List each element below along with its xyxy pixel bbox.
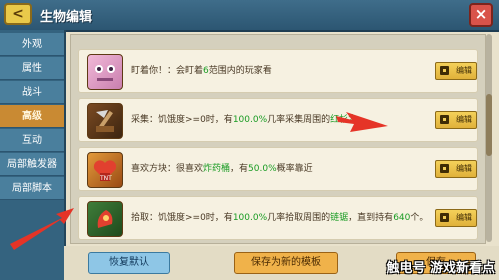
stare-behavior-icon bbox=[87, 54, 123, 90]
sidebar-item-combat[interactable]: 战斗 bbox=[0, 81, 64, 104]
sidebar-item-local-scripts[interactable]: 局部脚本 bbox=[0, 177, 64, 200]
pickup-behavior-icon bbox=[87, 201, 123, 237]
edit-button[interactable]: 编辑 bbox=[435, 111, 477, 129]
gather-behavior-icon bbox=[87, 103, 123, 139]
sidebar-item-local-triggers[interactable]: 局部触发器 bbox=[0, 153, 64, 176]
scrollbar-thumb[interactable] bbox=[486, 94, 492, 156]
save-as-template-button[interactable]: 保存为新的模板 bbox=[234, 252, 338, 274]
favorite-block-icon: TNT bbox=[87, 152, 123, 188]
sidebar: 外观 属性 战斗 高级 互动 局部触发器 局部脚本 bbox=[0, 30, 66, 280]
behavior-list: 盯着你！：会盯着6范围内的玩家看 编辑 采集：饥饿度>=0时，有100.0%几率… bbox=[70, 34, 486, 244]
sidebar-item-appearance[interactable]: 外观 bbox=[0, 33, 64, 56]
behavior-description: 盯着你！：会盯着6范围内的玩家看 bbox=[131, 66, 272, 76]
behavior-description: 采集：饥饿度>=0时，有100.0%几率采集周围的红杉木。 bbox=[131, 115, 367, 125]
watermark-text: 触电号 游戏新看点 bbox=[386, 261, 495, 276]
edit-button[interactable]: 编辑 bbox=[435, 160, 477, 178]
list-item: 采集：饥饿度>=0时，有100.0%几率采集周围的红杉木。 编辑 bbox=[78, 98, 478, 142]
reset-default-button[interactable]: 恢复默认 bbox=[88, 252, 170, 274]
edit-icon bbox=[440, 66, 449, 75]
behavior-description: 喜欢方块：很喜欢炸药桶，有50.0%概率靠近 bbox=[131, 164, 313, 174]
creature-editor-window: < 生物编辑 × 外观 属性 战斗 高级 互动 局部触发器 局部脚本 盯着你！：… bbox=[0, 0, 499, 280]
sidebar-item-interaction[interactable]: 互动 bbox=[0, 129, 64, 152]
edit-icon bbox=[440, 213, 449, 222]
edit-button[interactable]: 编辑 bbox=[435, 209, 477, 227]
behavior-description: 拾取：饥饿度>=0时，有100.0%几率拾取周围的链锯，直到持有640个。 bbox=[131, 213, 429, 223]
svg-text:TNT: TNT bbox=[99, 175, 112, 182]
edit-icon bbox=[440, 115, 449, 124]
window-title: 生物编辑 bbox=[40, 10, 93, 25]
list-item: 盯着你！：会盯着6范围内的玩家看 编辑 bbox=[78, 49, 478, 93]
title-bar: < 生物编辑 × bbox=[0, 0, 499, 32]
list-scrollbar[interactable] bbox=[486, 34, 492, 242]
list-item: TNT 喜欢方块：很喜欢炸药桶，有50.0%概率靠近 编辑 bbox=[78, 147, 478, 191]
sidebar-item-advanced[interactable]: 高级 bbox=[0, 105, 64, 128]
back-button[interactable]: < bbox=[4, 3, 32, 25]
close-button[interactable]: × bbox=[469, 3, 493, 27]
edit-button[interactable]: 编辑 bbox=[435, 62, 477, 80]
list-item: 拾取：饥饿度>=0时，有100.0%几率拾取周围的链锯，直到持有640个。 编辑 bbox=[78, 196, 478, 240]
edit-icon bbox=[440, 164, 449, 173]
sidebar-item-attributes[interactable]: 属性 bbox=[0, 57, 64, 80]
